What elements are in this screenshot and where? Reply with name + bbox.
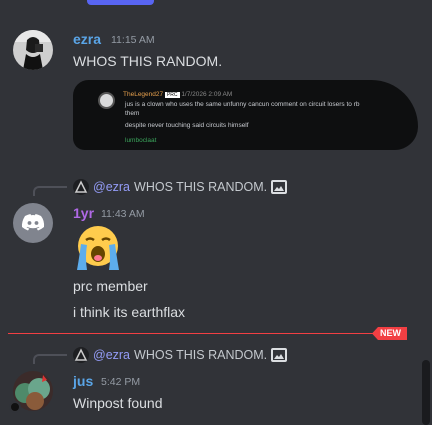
reply-mention[interactable]: @ezra xyxy=(93,348,130,362)
message-jus: @ezra WHOS THIS RANDOM. jus 5:42 PM Winp… xyxy=(0,0,420,425)
reply-avatar xyxy=(73,347,89,363)
scrollbar[interactable] xyxy=(422,360,430,425)
reply-text: WHOS THIS RANDOM. xyxy=(134,348,268,362)
reply-reference[interactable]: @ezra WHOS THIS RANDOM. xyxy=(73,347,288,363)
reply-avatar-icon xyxy=(74,348,88,361)
image-icon xyxy=(271,348,288,362)
username[interactable]: jus xyxy=(73,373,93,389)
message-text: Winpost found xyxy=(73,395,163,411)
reply-spine xyxy=(33,354,67,364)
timestamp: 5:42 PM xyxy=(101,376,141,388)
avatar-status-badge xyxy=(9,401,21,413)
